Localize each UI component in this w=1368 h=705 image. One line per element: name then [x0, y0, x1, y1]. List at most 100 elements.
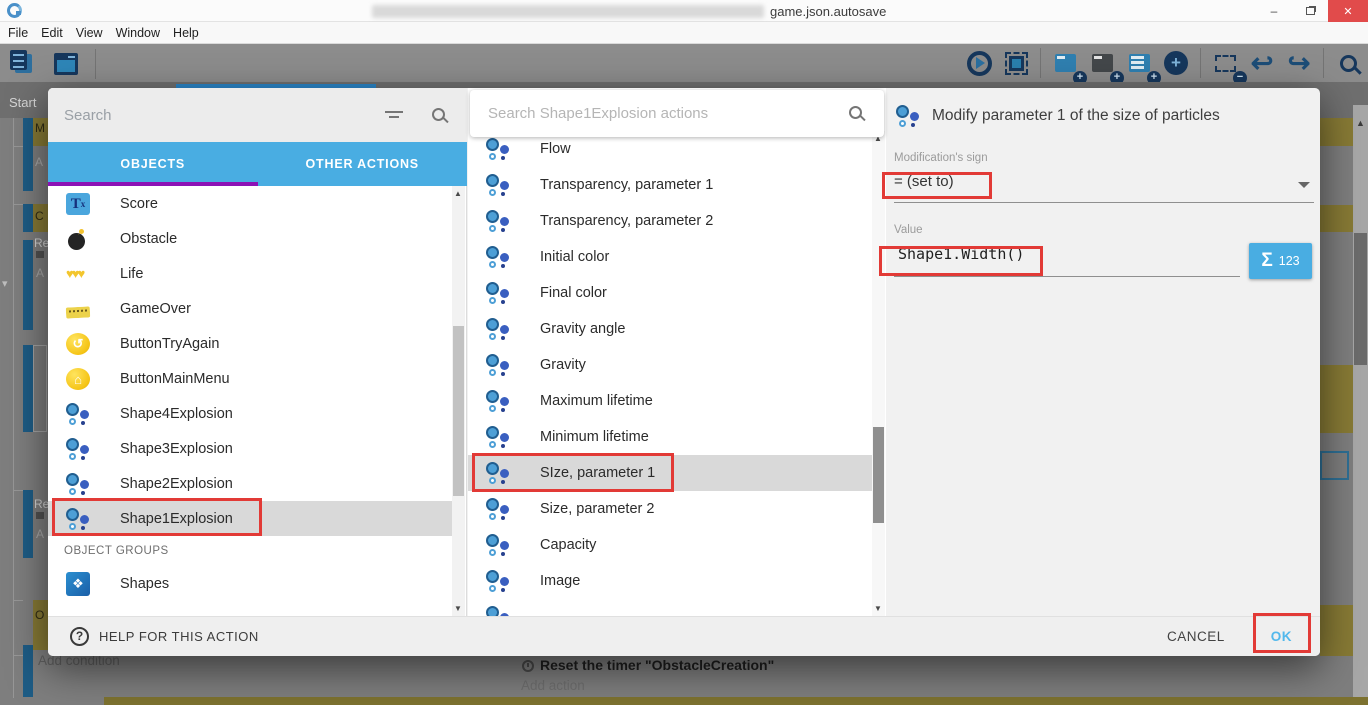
event-comment-block [1320, 365, 1353, 433]
action-label: Transparency, parameter 1 [540, 177, 713, 193]
debugger-icon[interactable] [1000, 47, 1032, 79]
help-link[interactable]: HELP FOR THIS ACTION [99, 629, 259, 644]
object-row-obstacle[interactable]: Obstacle [48, 221, 452, 256]
menu-file[interactable]: File [8, 26, 28, 40]
cancel-button[interactable]: CANCEL [1167, 629, 1225, 644]
menu-help[interactable]: Help [173, 26, 199, 40]
action-row-maximum-lifetime[interactable]: Maximum lifetime [468, 383, 872, 419]
actions-list: Flow Transparency, parameter 1 Transpare… [468, 88, 872, 616]
scroll-down-icon[interactable]: ▼ [454, 604, 462, 613]
tab-other-actions[interactable]: OTHER ACTIONS [258, 142, 468, 186]
add-new-event-icon[interactable]: + [1160, 47, 1192, 79]
action-row-gravity-angle[interactable]: Gravity angle [468, 311, 872, 347]
action-row-gravity[interactable]: Gravity [468, 347, 872, 383]
action-editor-dialog: OBJECTS OTHER ACTIONS Tx Score Obstacle … [48, 88, 1320, 656]
add-comment-icon[interactable]: + [1123, 47, 1155, 79]
action-label: Final color [540, 285, 607, 301]
panel-tabs: OBJECTS OTHER ACTIONS [48, 142, 467, 186]
action-row-final-color[interactable]: Final color [468, 275, 872, 311]
action-row-size-parameter-1[interactable]: SIze, parameter 1 [468, 455, 872, 491]
menu-window[interactable]: Window [116, 26, 160, 40]
toolbar-separator [1200, 48, 1201, 78]
object-row-shape1explosion[interactable]: Shape1Explosion [48, 501, 452, 536]
add-sub-event-icon[interactable]: + [1086, 47, 1118, 79]
action-row-size-parameter-2[interactable]: Size, parameter 2 [468, 491, 872, 527]
scroll-up-icon[interactable]: ▲ [454, 189, 462, 198]
particle-icon [896, 104, 920, 128]
particle-icon [66, 437, 90, 461]
undo-icon[interactable]: ↩ [1246, 47, 1278, 79]
value-field-label: Value [894, 224, 923, 236]
action-label: Maximum lifetime [540, 393, 653, 409]
object-row-shape2explosion[interactable]: Shape2Explosion [48, 466, 452, 501]
object-row-life[interactable]: ♥♥♥ Life [48, 256, 452, 291]
scroll-down-icon[interactable]: ▼ [874, 604, 882, 613]
action-row-image[interactable]: Image [468, 563, 872, 599]
actions-search-input[interactable] [486, 100, 826, 126]
action-label: Gravity [540, 357, 586, 373]
object-row-shape4explosion[interactable]: Shape4Explosion [48, 396, 452, 431]
home-button-icon: ⌂ [66, 368, 90, 390]
action-row-initial-color[interactable]: Initial color [468, 239, 872, 275]
objects-scrollbar[interactable]: ▲ ▼ [452, 186, 465, 616]
banner-icon [66, 306, 91, 318]
object-row-shape3explosion[interactable]: Shape3Explosion [48, 431, 452, 466]
event-comment-block [1320, 605, 1353, 656]
redo-icon[interactable]: ↪ [1283, 47, 1315, 79]
add-action-link[interactable]: Add action [521, 678, 585, 693]
value-input[interactable] [896, 244, 1226, 264]
scrollbar-thumb[interactable] [453, 326, 464, 496]
action-row-transparency-1[interactable]: Transparency, parameter 1 [468, 167, 872, 203]
maximize-button[interactable] [1292, 0, 1328, 22]
object-row-gameover[interactable]: GameOver [48, 291, 452, 326]
menu-view[interactable]: View [76, 26, 103, 40]
project-manager-icon[interactable] [8, 48, 40, 80]
sign-field-label: Modification's sign [894, 152, 988, 164]
restore-icon [1306, 7, 1315, 15]
menu-edit[interactable]: Edit [41, 26, 63, 40]
ok-button[interactable]: OK [1271, 629, 1292, 644]
event-comment-bar [104, 697, 1368, 705]
scene-editor-icon[interactable] [50, 48, 82, 80]
action-row-capacity[interactable]: Capacity [468, 527, 872, 563]
scroll-up-icon[interactable]: ▲ [1356, 118, 1365, 128]
object-label: Shape1Explosion [120, 511, 233, 527]
close-button[interactable]: ✕ [1328, 0, 1368, 22]
objects-search-area [48, 88, 467, 142]
sign-dropdown[interactable]: = (set to) [894, 173, 954, 190]
action-row-transparency-2[interactable]: Transparency, parameter 2 [468, 203, 872, 239]
search-icon [849, 106, 862, 119]
actions-scrollbar[interactable]: ▲ ▼ [872, 131, 885, 616]
play-icon[interactable] [963, 47, 995, 79]
objects-search-input[interactable] [62, 101, 362, 129]
action-icon [36, 512, 44, 519]
expression-builder-button[interactable]: Σ 123 [1249, 243, 1312, 279]
editor-scrollbar[interactable] [1353, 105, 1368, 705]
tab-objects[interactable]: OBJECTS [48, 142, 258, 186]
dialog-footer: ? HELP FOR THIS ACTION CANCEL OK [48, 616, 1320, 656]
scene-tab-label: Start [9, 95, 36, 110]
objects-panel: OBJECTS OTHER ACTIONS Tx Score Obstacle … [48, 88, 467, 616]
group-label: Shapes [120, 576, 169, 592]
action-row-minimum-lifetime[interactable]: Minimum lifetime [468, 419, 872, 455]
delete-selection-icon[interactable]: − [1209, 47, 1241, 79]
field-underline [894, 202, 1314, 203]
action-row-partial[interactable] [468, 599, 872, 616]
toolbar-separator [95, 49, 96, 79]
object-row-buttonmainmenu[interactable]: ⌂ ButtonMainMenu [48, 361, 452, 396]
object-row-buttontryagain[interactable]: ↺ ButtonTryAgain [48, 326, 452, 361]
event-condition-bar [23, 345, 33, 432]
chevron-down-icon[interactable] [1298, 182, 1310, 188]
filter-icon[interactable] [385, 111, 403, 120]
minimize-button[interactable]: – [1256, 0, 1292, 22]
help-icon[interactable]: ? [70, 627, 89, 646]
search-toolbar-icon[interactable] [1332, 47, 1364, 79]
object-label: ButtonMainMenu [120, 371, 230, 387]
object-row-score[interactable]: Tx Score [48, 186, 452, 221]
group-row-shapes[interactable]: ❖ Shapes [48, 566, 452, 601]
gdevelop-logo-icon [7, 3, 22, 18]
editor-scrollbar-thumb[interactable] [1354, 233, 1367, 365]
scrollbar-thumb[interactable] [873, 427, 884, 523]
add-event-icon[interactable]: + [1049, 47, 1081, 79]
toolbar-separator [1040, 48, 1041, 78]
